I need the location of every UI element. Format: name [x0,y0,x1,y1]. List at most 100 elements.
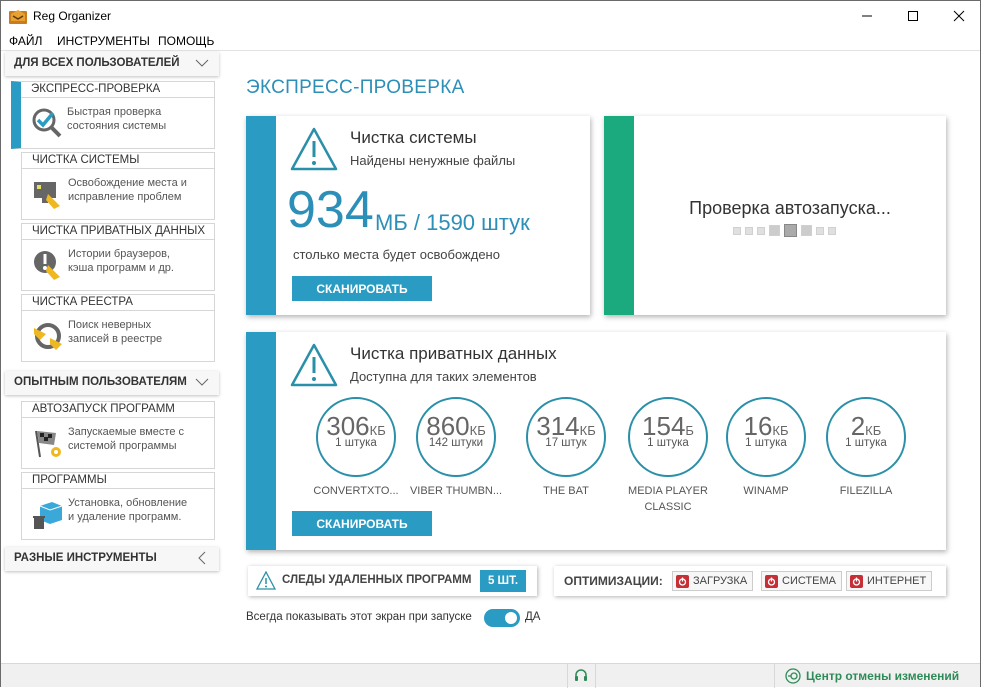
panel-subtitle: Доступна для таких элементов [350,369,537,384]
optimize-boot-label: ЗАГРУЗКА [693,575,748,587]
private-item-name: MEDIA PLAYER CLASSIC [628,485,708,513]
sidebar-item-desc: исправление проблем [68,191,182,203]
minimize-icon [862,15,872,17]
menu-help[interactable]: ПОМОЩЬ [158,34,214,48]
private-item-circle[interactable]: 314КБ 17 штук [526,397,606,477]
box-trash-icon [33,502,63,529]
private-item-circle[interactable]: 2КБ 1 штука [826,397,906,477]
show-on-start-toggle[interactable] [484,609,520,627]
private-item-name: THE BAT [543,485,589,497]
sidebar-item-express-check[interactable]: ЭКСПРЕСС-ПРОВЕРКА Быстрая проверка состоя… [11,81,215,149]
system-clean-panel: Чистка системы Найдены ненужные файлы 93… [246,116,590,315]
panel-title: Чистка приватных данных [350,344,557,363]
private-item-count: 1 штука [335,437,377,449]
panel-accent-bar [604,116,634,315]
sidebar-item-private-clean[interactable]: ЧИСТКА ПРИВАТНЫХ ДАННЫХ Истории браузеро… [21,223,215,291]
status-bar: Центр отмены изменений [1,663,980,688]
optimize-boot-button[interactable]: ЗАГРУЗКА [672,571,754,591]
private-item-name: FILEZILLA [839,485,893,497]
scan-system-button[interactable]: СКАНИРОВАТЬ [292,276,432,301]
sidebar-item-programs[interactable]: ПРОГРАММЫ Установка, обновление и удалени… [21,472,215,540]
status-separator [567,664,568,688]
power-icon [850,574,863,588]
sidebar-item-desc: кэша программ и др. [68,262,174,274]
deleted-programs-traces[interactable]: СЛЕДЫ УДАЛЕННЫХ ПРОГРАММ 5 ШТ. [248,566,537,596]
sidebar-item-desc: состояния системы [67,120,167,132]
headset-support-icon[interactable] [573,668,589,684]
sidebar-item-system-clean[interactable]: ЧИСТКА СИСТЕМЫ Освобождение места и испра… [21,152,215,220]
sidebar-item-desc: Освобождение места и [68,177,187,189]
sidebar-item-title: ЧИСТКА ПРИВАТНЫХ ДАННЫХ [22,224,214,240]
optimizations-label: ОПТИМИЗАЦИИ: [564,574,663,588]
maximize-icon [908,11,918,21]
warning-icon [256,571,276,590]
main-content: ЭКСПРЕСС-ПРОВЕРКА Чистка системы Найдены… [223,51,981,663]
section-misc-tools[interactable]: РАЗНЫЕ ИНСТРУМЕНТЫ [5,547,219,571]
private-clean-panel: Чистка приватных данных Доступна для так… [246,332,946,550]
private-item-circle[interactable]: 860КБ 142 штуки [416,397,496,477]
optimize-internet-button[interactable]: ИНТЕРНЕТ [846,571,933,591]
loader-square [828,226,836,235]
show-on-start-label: Всегда показывать этот экран при запуске [246,611,472,623]
panel-title: Чистка системы [350,128,477,147]
sidebar-item-desc: Установка, обновление [68,497,188,509]
maximize-button[interactable] [890,1,936,31]
private-item-count: 17 штук [545,437,587,449]
private-item-circle[interactable]: 16КБ 1 штука [726,397,806,477]
chevron-down-icon [195,59,209,67]
undo-center-link[interactable]: Центр отмены изменений [785,668,959,684]
menu-tools[interactable]: ИНСТРУМЕНТЫ [57,34,150,48]
freed-caption: столько места будет освобождено [293,247,500,262]
traces-label: СЛЕДЫ УДАЛЕННЫХ ПРОГРАММ [282,574,472,586]
section-label: РАЗНЫЕ ИНСТРУМЕНТЫ [14,552,157,564]
monitor-broom-icon [34,182,60,209]
optimizations-box: ОПТИМИЗАЦИИ: ЗАГРУЗКА СИСТЕМА ИНТЕРНЕТ [554,566,946,596]
freed-size-details: МБ / 1590 штук [375,210,530,235]
autorun-status-text: Проверка автозапуска... [689,198,891,218]
private-item-circle[interactable]: 154Б 1 штука [628,397,708,477]
panel-accent-bar [246,332,276,550]
loader-square [757,226,765,235]
undo-center-label: Центр отмены изменений [806,669,960,683]
app-window: Reg Organizer ФАЙЛ ИНСТРУМЕНТЫ ПОМОЩЬ ДЛ… [0,0,981,688]
warning-icon [290,343,338,387]
loader-square [769,225,780,236]
sidebar-item-desc: системой программы [68,440,177,452]
checkered-flag-gear-icon [35,430,61,458]
sidebar-item-title: ПРОГРАММЫ [22,473,214,489]
private-item-name: CONVERTXTO... [313,485,399,497]
private-item-count: 1 штука [647,437,689,449]
menu-file[interactable]: ФАЙЛ [9,34,42,48]
traces-count-badge[interactable]: 5 ШТ. [480,570,526,592]
minimize-button[interactable] [844,1,890,31]
private-item-name: WINAMP [743,485,789,497]
chevron-down-icon [195,378,209,386]
sidebar-item-title: АВТОЗАПУСК ПРОГРАММ [22,402,214,418]
optimize-system-button[interactable]: СИСТЕМА [761,571,842,591]
sidebar-item-title: ЧИСТКА СИСТЕМЫ [22,153,214,169]
sidebar-item-autorun[interactable]: АВТОЗАПУСК ПРОГРАММ Запускаемые вместе с… [21,401,215,469]
magnifier-check-icon [32,108,62,138]
scan-private-button[interactable]: СКАНИРОВАТЬ [292,511,432,536]
sidebar-item-desc: Быстрая проверка [67,106,162,118]
panel-subtitle: Найдены ненужные файлы [350,153,516,168]
sidebar-item-desc: записей в реестре [68,333,163,345]
section-all-users[interactable]: ДЛЯ ВСЕХ ПОЛЬЗОВАТЕЛЕЙ [5,52,219,76]
close-icon [953,10,965,22]
private-item-count: 1 штука [845,437,887,449]
title-bar: Reg Organizer [1,1,980,31]
sidebar-item-title: ЭКСПРЕСС-ПРОВЕРКА [21,82,214,98]
undo-center-icon [785,668,801,684]
registry-broom-icon [34,323,62,350]
section-advanced-users[interactable]: ОПЫТНЫМ ПОЛЬЗОВАТЕЛЯМ [5,371,219,395]
status-separator [774,664,775,688]
optimize-system-label: СИСТЕМА [782,575,836,587]
close-button[interactable] [936,1,981,31]
app-logo-icon [9,10,27,24]
sidebar-item-registry-clean[interactable]: ЧИСТКА РЕЕСТРА Поиск неверных записей в р… [21,294,215,362]
privacy-broom-icon [34,251,60,280]
private-item-count: 1 штука [745,437,787,449]
sidebar: ДЛЯ ВСЕХ ПОЛЬЗОВАТЕЛЕЙ ЭКСПРЕСС-ПРОВЕРКА… [1,51,223,663]
private-item-circle[interactable]: 306КБ 1 штука [316,397,396,477]
section-label: ДЛЯ ВСЕХ ПОЛЬЗОВАТЕЛЕЙ [14,57,180,69]
